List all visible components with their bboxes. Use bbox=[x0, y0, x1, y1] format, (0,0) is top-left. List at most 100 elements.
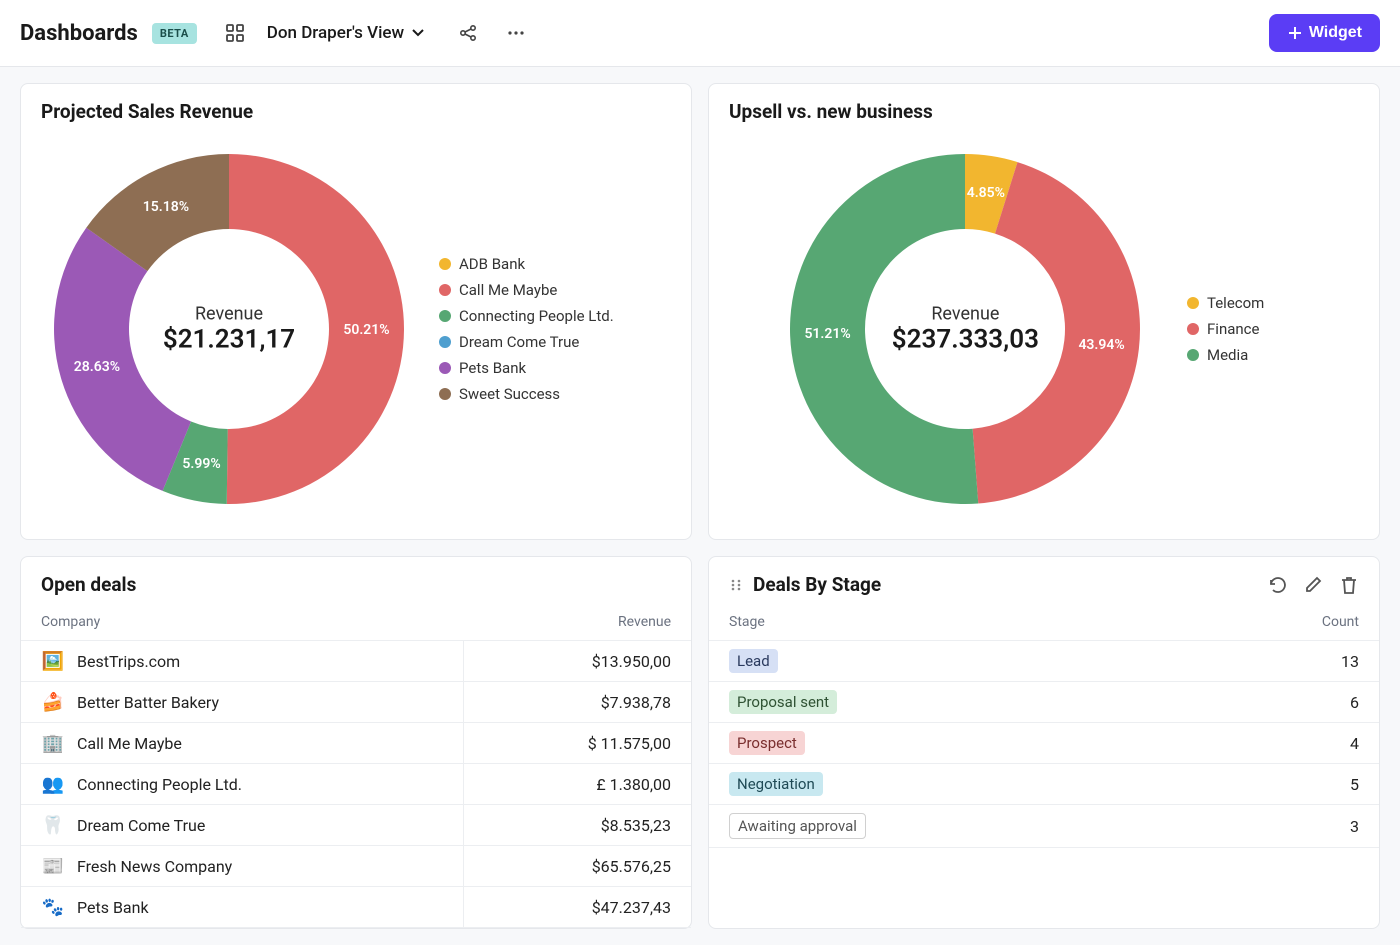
card-deals-by-stage: Deals By Stage Stage Count bbox=[708, 556, 1380, 929]
revenue-cell: $65.576,25 bbox=[464, 846, 691, 887]
col-company[interactable]: Company bbox=[21, 604, 464, 641]
table-row[interactable]: Prospect 4 bbox=[709, 723, 1379, 764]
card-projected-sales: Projected Sales Revenue Revenue $21.231,… bbox=[20, 83, 692, 540]
company-name: BestTrips.com bbox=[77, 652, 180, 671]
col-stage[interactable]: Stage bbox=[709, 604, 1176, 641]
donut-center-value: $237.333,03 bbox=[892, 325, 1039, 355]
company-icon: 📰 bbox=[41, 854, 65, 878]
legend-item[interactable]: Call Me Maybe bbox=[439, 281, 614, 299]
undo-icon[interactable] bbox=[1267, 575, 1287, 595]
donut-center-label: Revenue bbox=[892, 304, 1039, 325]
slice-percent-label: 4.85% bbox=[967, 185, 1005, 201]
table-row[interactable]: 👥 Connecting People Ltd. £ 1.380,00 bbox=[21, 764, 691, 805]
add-widget-button[interactable]: Widget bbox=[1269, 14, 1380, 52]
plus-icon bbox=[1287, 25, 1303, 41]
add-widget-label: Widget bbox=[1309, 24, 1362, 42]
table-row[interactable]: 🐾 Pets Bank $47.237,43 bbox=[21, 887, 691, 928]
company-name: Pets Bank bbox=[77, 898, 149, 917]
revenue-cell: £ 1.380,00 bbox=[464, 764, 691, 805]
app-header: Dashboards BETA Don Draper's View Widget bbox=[0, 0, 1400, 67]
company-name: Dream Come True bbox=[77, 816, 205, 835]
revenue-cell: $8.535,23 bbox=[464, 805, 691, 846]
col-revenue[interactable]: Revenue bbox=[464, 604, 691, 641]
stage-pill: Negotiation bbox=[729, 772, 823, 796]
legend-item[interactable]: Media bbox=[1187, 346, 1264, 364]
legend-item[interactable]: ADB Bank bbox=[439, 255, 614, 273]
table-row[interactable]: 🏢 Call Me Maybe $ 11.575,00 bbox=[21, 723, 691, 764]
col-count[interactable]: Count bbox=[1176, 604, 1379, 641]
company-name: Connecting People Ltd. bbox=[77, 775, 242, 794]
grid-icon[interactable] bbox=[223, 21, 247, 45]
delete-icon[interactable] bbox=[1339, 575, 1359, 595]
table-row[interactable]: Awaiting approval 3 bbox=[709, 805, 1379, 848]
table-row[interactable]: 🦷 Dream Come True $8.535,23 bbox=[21, 805, 691, 846]
count-cell: 6 bbox=[1176, 682, 1379, 723]
deals-by-stage-table: Stage Count Lead 13 Proposal sent 6 Pros… bbox=[709, 604, 1379, 848]
legend-item[interactable]: Finance bbox=[1187, 320, 1264, 338]
stage-pill: Prospect bbox=[729, 731, 805, 755]
table-row[interactable]: 🖼️ BestTrips.com $13.950,00 bbox=[21, 641, 691, 682]
legend-swatch bbox=[439, 310, 451, 322]
legend-swatch bbox=[1187, 323, 1199, 335]
slice-percent-label: 5.99% bbox=[182, 456, 220, 472]
legend-swatch bbox=[439, 336, 451, 348]
table-row[interactable]: Negotiation 5 bbox=[709, 764, 1379, 805]
legend-item[interactable]: Telecom bbox=[1187, 294, 1264, 312]
count-cell: 5 bbox=[1176, 764, 1379, 805]
legend-item[interactable]: Dream Come True bbox=[439, 333, 614, 351]
donut-chart-projected: Revenue $21.231,17 50.21% 5.99% 28.63% 15.1… bbox=[29, 139, 429, 519]
company-icon: 👥 bbox=[41, 772, 65, 796]
slice-percent-label: 51.21% bbox=[804, 326, 850, 342]
revenue-cell: $ 11.575,00 bbox=[464, 723, 691, 764]
slice-percent-label: 28.63% bbox=[74, 359, 120, 375]
slice-percent-label: 50.21% bbox=[343, 322, 389, 338]
card-open-deals: Open deals Company Revenue 🖼️ BestTrips.… bbox=[20, 556, 692, 929]
revenue-cell: $7.938,78 bbox=[464, 682, 691, 723]
table-row[interactable]: Proposal sent 6 bbox=[709, 682, 1379, 723]
view-selector[interactable]: Don Draper's View bbox=[267, 23, 424, 43]
company-icon: 🦷 bbox=[41, 813, 65, 837]
page-title: Dashboards bbox=[20, 21, 138, 46]
company-icon: 🏢 bbox=[41, 731, 65, 755]
legend-swatch bbox=[1187, 297, 1199, 309]
card-title: Upsell vs. new business bbox=[729, 100, 933, 123]
card-title: Deals By Stage bbox=[753, 573, 881, 596]
beta-badge: BETA bbox=[152, 23, 197, 44]
share-icon[interactable] bbox=[456, 21, 480, 45]
more-icon[interactable] bbox=[504, 21, 528, 45]
company-icon: 🖼️ bbox=[41, 649, 65, 673]
company-name: Better Batter Bakery bbox=[77, 693, 219, 712]
slice-percent-label: 15.18% bbox=[143, 199, 189, 215]
company-icon: 🍰 bbox=[41, 690, 65, 714]
legend-swatch bbox=[439, 388, 451, 400]
dashboard-grid: Projected Sales Revenue Revenue $21.231,… bbox=[0, 67, 1400, 945]
company-name: Fresh News Company bbox=[77, 857, 232, 876]
legend-label: Telecom bbox=[1207, 294, 1264, 312]
legend-item[interactable]: Sweet Success bbox=[439, 385, 614, 403]
drag-handle-icon[interactable] bbox=[729, 578, 743, 592]
legend-label: Connecting People Ltd. bbox=[459, 307, 614, 325]
donut-center-value: $21.231,17 bbox=[163, 325, 295, 355]
stage-pill: Proposal sent bbox=[729, 690, 837, 714]
legend-item[interactable]: Pets Bank bbox=[439, 359, 614, 377]
legend-label: ADB Bank bbox=[459, 255, 525, 273]
table-row[interactable]: 📰 Fresh News Company $65.576,25 bbox=[21, 846, 691, 887]
table-row[interactable]: Lead 13 bbox=[709, 641, 1379, 682]
edit-icon[interactable] bbox=[1303, 575, 1323, 595]
slice-percent-label: 43.94% bbox=[1078, 337, 1124, 353]
company-name: Call Me Maybe bbox=[77, 734, 182, 753]
table-row[interactable]: 🍰 Better Batter Bakery $7.938,78 bbox=[21, 682, 691, 723]
legend-swatch bbox=[439, 258, 451, 270]
legend-label: Dream Come True bbox=[459, 333, 579, 351]
revenue-cell: $13.950,00 bbox=[464, 641, 691, 682]
legend-upsell: Telecom Finance Media bbox=[1177, 294, 1264, 364]
chevron-down-icon bbox=[412, 29, 424, 37]
legend-label: Sweet Success bbox=[459, 385, 560, 403]
donut-center-label: Revenue bbox=[163, 304, 295, 325]
stage-pill: Awaiting approval bbox=[729, 813, 866, 839]
legend-item[interactable]: Connecting People Ltd. bbox=[439, 307, 614, 325]
count-cell: 13 bbox=[1176, 641, 1379, 682]
legend-projected: ADB Bank Call Me Maybe Connecting People L… bbox=[429, 255, 614, 403]
legend-label: Pets Bank bbox=[459, 359, 526, 377]
legend-swatch bbox=[439, 362, 451, 374]
